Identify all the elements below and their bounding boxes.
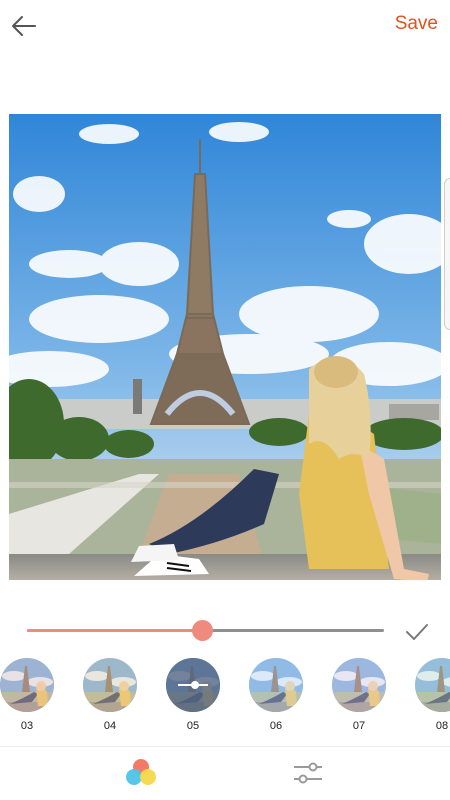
slider-fill [27, 629, 202, 632]
arrow-left-icon [12, 16, 36, 36]
bottom-nav [0, 747, 450, 800]
filter-thumbnail [415, 658, 450, 712]
filter-06[interactable]: 06 [248, 656, 304, 738]
filter-label: 03 [20, 720, 34, 732]
check-icon [406, 624, 428, 640]
photo-preview [9, 114, 441, 580]
filter-08[interactable]: 08 [414, 656, 450, 738]
filters-tab[interactable] [121, 755, 161, 791]
filter-05[interactable]: 05 [165, 656, 221, 738]
filter-label: 08 [435, 720, 449, 732]
intensity-slider-row [0, 605, 450, 655]
slider-thumb[interactable] [191, 620, 213, 641]
adjust-sliders-icon [294, 762, 322, 784]
side-panel-handle[interactable] [444, 178, 450, 330]
intensity-slider[interactable] [27, 620, 384, 641]
filter-label: 07 [352, 720, 366, 732]
save-button[interactable]: Save [395, 13, 438, 35]
filter-03[interactable]: 03 [0, 656, 55, 738]
adjust-tab[interactable] [288, 755, 328, 791]
filter-label: 05 [186, 720, 200, 732]
filter-label: 06 [269, 720, 283, 732]
filter-strip: 03 04 05 06 07 08 [0, 656, 450, 738]
filter-thumbnail [83, 658, 137, 712]
filters-icon [126, 759, 156, 785]
filter-thumbnail [332, 658, 386, 712]
filter-thumbnail [0, 658, 54, 712]
filter-thumbnail [166, 658, 220, 712]
back-button[interactable] [10, 12, 38, 40]
confirm-button[interactable] [404, 619, 430, 645]
filter-04[interactable]: 04 [82, 656, 138, 738]
filter-07[interactable]: 07 [331, 656, 387, 738]
top-bar: Save [0, 0, 450, 52]
filter-label: 04 [103, 720, 117, 732]
filter-thumbnail [249, 658, 303, 712]
